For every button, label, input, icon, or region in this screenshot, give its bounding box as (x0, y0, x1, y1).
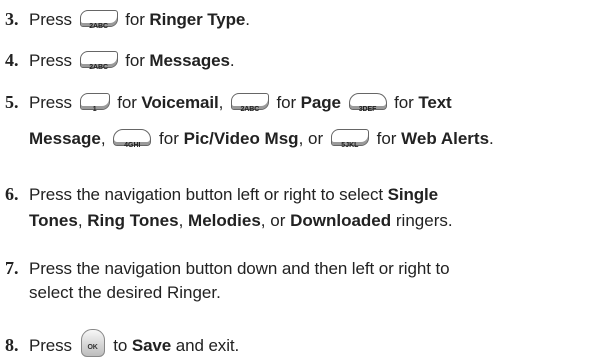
press-text: Press (29, 10, 72, 29)
press-text: Press (29, 93, 72, 112)
single-label: Single (387, 185, 439, 204)
ok-key-icon: OK (80, 329, 105, 357)
step-text: Press OK to Save and exit. (29, 329, 240, 357)
step-text-line-1: Press the navigation button left or righ… (29, 185, 438, 204)
step-text-line-1: Press 1 for Voicemail, 2ABC for Page 3DE… (29, 93, 452, 113)
key-label: 2ABC (89, 23, 108, 30)
step-6-line-2: Tones, Ring Tones, Melodies, or Download… (29, 209, 453, 233)
for-text: for (276, 93, 297, 112)
key-5-jkl-icon: 5JKL (330, 129, 369, 149)
pic-video-msg-label: Pic/Video Msg (183, 129, 299, 148)
key-label: 3DEF (358, 106, 377, 113)
press-text: Press (29, 51, 72, 70)
period: . (229, 51, 235, 70)
key-label: 4GHI (124, 142, 141, 149)
key-label: OK (87, 344, 98, 351)
and-exit-text: and exit. (175, 336, 240, 355)
ring-tones-label: Ring Tones (87, 211, 179, 230)
instruction-text: Press the navigation button left or righ… (29, 185, 383, 204)
step-number: 5. (5, 92, 19, 112)
to-text: to (113, 336, 128, 355)
press-text: Press (29, 336, 72, 355)
key-label: 1 (92, 106, 97, 113)
step-5: 5. Press 1 for Voicemail, 2ABC for Page 3… (5, 90, 452, 115)
message-label: Message (29, 129, 101, 148)
step-6: 6. Press the navigation button left or ri… (5, 182, 438, 207)
messages-label: Messages (149, 51, 230, 70)
or-text: , or (260, 211, 286, 230)
for-text: for (117, 93, 137, 112)
key-2-abc-icon: 2ABC (230, 93, 269, 113)
voicemail-label: Voicemail (141, 93, 219, 112)
for-text: for (394, 93, 414, 112)
step-number: 8. (5, 335, 19, 355)
key-4-ghi-icon: 4GHI (113, 129, 152, 149)
key-label: 2ABC (89, 64, 108, 71)
key-1-voicemail-icon: 1 (79, 93, 110, 113)
step-4: 4. Press 2ABC for Messages. (5, 48, 235, 73)
step-number: 3. (5, 9, 19, 29)
for-text: for (376, 129, 397, 148)
for-text: for (125, 51, 145, 70)
step-text-line-1: Press the navigation button down and the… (29, 259, 450, 278)
key-label: 5JKL (341, 142, 359, 149)
text-label: Text (418, 93, 452, 112)
web-alerts-label: Web Alerts (401, 129, 490, 148)
comma: , (100, 129, 106, 148)
step-7-line-2: select the desired Ringer. (29, 283, 221, 302)
step-number: 6. (5, 184, 19, 204)
step-7: 7. Press the navigation button down and t… (5, 256, 450, 281)
ringers-text: ringers. (395, 211, 453, 230)
period: . (489, 129, 494, 148)
step-number: 4. (5, 50, 19, 70)
step-8: 8. Press OK to Save and exit. (5, 329, 239, 358)
step-3: 3. Press 2ABC for Ringer Type. (5, 7, 250, 32)
step-5-line-2: Message, 4GHI for Pic/Video Msg, or 5JKL… (29, 127, 494, 151)
save-label: Save (131, 336, 172, 355)
comma: , (77, 211, 83, 230)
for-text: for (125, 10, 145, 29)
step-text: Press 2ABC for Ringer Type. (29, 10, 250, 30)
step-text: Press 2ABC for Messages. (29, 51, 235, 71)
key-label: 2ABC (240, 106, 260, 113)
period: . (245, 10, 250, 29)
tones-label: Tones (29, 211, 78, 230)
key-2-abc-icon: 2ABC (79, 51, 118, 71)
step-number: 7. (5, 258, 19, 278)
comma: , (218, 93, 224, 112)
downloaded-label: Downloaded (290, 211, 392, 230)
ringer-type-label: Ringer Type (149, 10, 246, 29)
or-text: , or (298, 129, 324, 148)
comma: , (178, 211, 184, 230)
key-3-def-icon: 3DEF (348, 93, 387, 113)
melodies-label: Melodies (188, 211, 261, 230)
key-2-abc-icon: 2ABC (79, 10, 118, 30)
page-label: Page (300, 93, 341, 112)
for-text: for (159, 129, 179, 148)
